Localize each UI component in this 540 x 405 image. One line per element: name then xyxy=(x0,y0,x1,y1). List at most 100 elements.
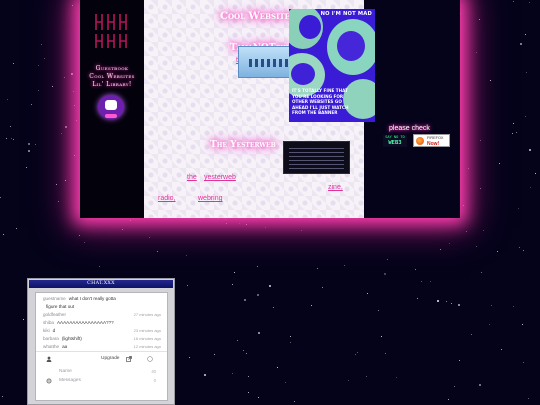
star xyxy=(0,197,2,199)
lil-library-link[interactable]: Lil' Library! xyxy=(84,82,140,88)
left-sidebar: Guestbook Cool Websites Lil' Library! xyxy=(80,0,144,218)
star xyxy=(258,396,260,398)
message-field[interactable]: Messages 0 xyxy=(43,376,160,386)
chat-message-user: whatthe xyxy=(43,344,60,349)
star xyxy=(247,391,249,393)
star xyxy=(57,201,59,203)
star xyxy=(243,299,246,302)
star xyxy=(465,230,467,232)
star xyxy=(528,2,530,4)
star xyxy=(321,286,323,288)
star xyxy=(122,229,124,231)
star xyxy=(446,301,448,302)
chat-message-text: aa xyxy=(62,344,68,349)
chat-message-user: goldfeather xyxy=(43,312,66,317)
star xyxy=(482,230,484,232)
chat-message-list[interactable]: guestname what I don't really gotta figure… xyxy=(43,295,163,349)
star xyxy=(356,352,358,354)
chat-message: shiba AAAAAAAAAAAAAAAA??? xyxy=(43,319,163,327)
cool-websites-link[interactable]: Cool Websites xyxy=(84,74,140,80)
star xyxy=(475,246,477,248)
radio-link[interactable]: radio, xyxy=(158,195,176,202)
star xyxy=(448,243,450,245)
star xyxy=(471,333,473,335)
star xyxy=(246,353,248,355)
star xyxy=(79,235,81,237)
star xyxy=(421,280,423,282)
chat-message: kiki d 23 minutes ago xyxy=(43,327,163,335)
promo-title: NO I'M NOT MAD xyxy=(320,11,372,17)
star xyxy=(522,250,524,252)
star xyxy=(290,336,291,338)
star xyxy=(2,396,3,398)
firefox-badge[interactable]: FIREFOX Now! xyxy=(413,134,450,147)
star xyxy=(512,133,514,135)
blinkie-icon[interactable] xyxy=(98,95,124,119)
star xyxy=(7,99,9,101)
chat-message: figure that out xyxy=(43,303,163,311)
upgrade-button[interactable]: Upgrade xyxy=(101,354,119,364)
star xyxy=(518,208,520,210)
star xyxy=(499,163,501,165)
chat-toolbar: Upgrade xyxy=(43,354,160,364)
star xyxy=(71,73,74,76)
star xyxy=(513,0,514,2)
star xyxy=(387,258,389,260)
star xyxy=(23,318,25,320)
star xyxy=(30,104,32,105)
blinkie-face xyxy=(105,100,117,110)
star xyxy=(512,123,514,124)
star xyxy=(367,292,369,294)
star xyxy=(13,62,15,64)
please-check-label: please check xyxy=(389,125,430,132)
star xyxy=(99,266,101,268)
star xyxy=(490,79,492,81)
star xyxy=(2,233,4,235)
chat-panel: guestname what I don't really gotta figure… xyxy=(35,292,168,401)
guestbook-link[interactable]: Guestbook xyxy=(84,66,140,72)
zine-link[interactable]: zine, xyxy=(328,184,343,191)
star xyxy=(186,285,188,286)
promo-banner[interactable]: NO I'M NOT MAD IT'S TOTALLY FINE THAT YO… xyxy=(289,9,375,122)
star xyxy=(27,142,30,145)
star xyxy=(458,304,461,307)
chat-message: goldfeather 27 minutes ago xyxy=(43,311,163,319)
star xyxy=(214,354,216,356)
yesterweb-link[interactable]: yesterweb xyxy=(204,174,236,181)
star xyxy=(10,125,12,127)
the-link[interactable]: the xyxy=(187,174,197,181)
star xyxy=(365,376,367,378)
star xyxy=(272,307,274,309)
star xyxy=(75,120,77,122)
star xyxy=(218,217,219,219)
gear-icon[interactable] xyxy=(46,378,52,384)
chat-message-user: guestname xyxy=(43,296,66,301)
star xyxy=(258,332,260,334)
star xyxy=(38,65,40,67)
star xyxy=(294,400,296,402)
emoji-icon[interactable] xyxy=(147,356,153,362)
external-link-icon[interactable] xyxy=(126,356,132,362)
star xyxy=(462,204,464,206)
star xyxy=(6,137,8,139)
star xyxy=(246,224,248,226)
promo-text: IT'S TOTALLY FINE THAT YOU'RE LOOKING FO… xyxy=(292,88,349,116)
web3-badge[interactable]: SAY NO TO WEB3 xyxy=(383,135,407,147)
star xyxy=(521,323,523,325)
cool-websites-heading: Cool Websites xyxy=(220,11,295,22)
star xyxy=(156,250,158,252)
user-icon[interactable] xyxy=(46,356,52,362)
star xyxy=(64,76,65,78)
star xyxy=(38,89,40,91)
promo-blob xyxy=(291,63,315,85)
yesterweb-thumbnail[interactable] xyxy=(283,141,350,174)
webring-link[interactable]: webring xyxy=(198,195,223,202)
star xyxy=(355,354,357,355)
star xyxy=(377,309,379,311)
chat-message: barbara (lightshift) 16 minutes ago xyxy=(43,335,163,343)
star xyxy=(34,144,36,145)
chat-message-user: shiba xyxy=(43,320,54,325)
star xyxy=(44,58,46,60)
promo-blob xyxy=(337,31,365,61)
star xyxy=(453,386,455,388)
